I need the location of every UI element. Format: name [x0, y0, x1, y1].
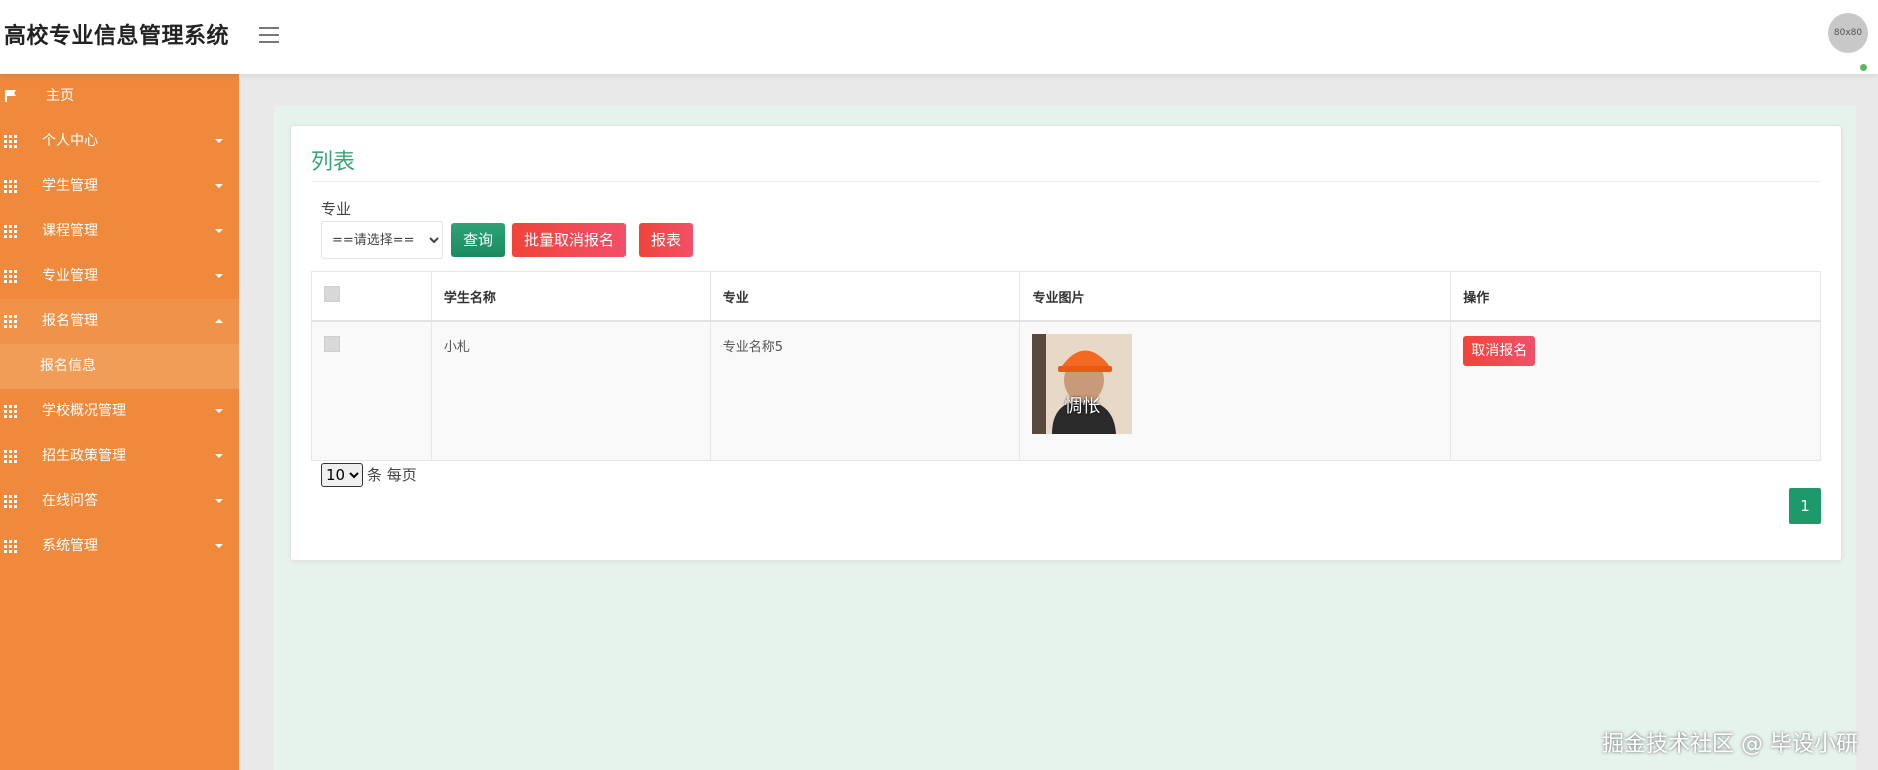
online-status-dot — [1859, 63, 1868, 72]
sidebar-item-label: 学生管理 — [42, 178, 98, 194]
chevron-down-icon — [215, 499, 223, 503]
header-student-name: 学生名称 — [430, 271, 711, 322]
chevron-down-icon — [215, 454, 223, 458]
enrollment-table: 学生名称 专业 专业图片 操作 小札 专业名称5 惆怅 取消报名 — [311, 271, 1821, 461]
cell-student-name: 小札 — [430, 320, 711, 461]
chevron-down-icon — [215, 274, 223, 278]
header-select-all — [311, 271, 432, 322]
header-major-image: 专业图片 — [1019, 271, 1452, 322]
watermark: 掘金技术社区 @ 毕设小研 — [1602, 732, 1858, 757]
sidebar-item-admission-policy[interactable]: 招生政策管理 — [0, 434, 239, 479]
grid-icon — [4, 540, 17, 553]
sidebar-item-system[interactable]: 系统管理 — [0, 524, 239, 569]
sidebar-item-school-overview[interactable]: 学校概况管理 — [0, 389, 239, 434]
sidebar-item-label: 系统管理 — [42, 538, 98, 554]
sidebar-item-personal[interactable]: 个人中心 — [0, 119, 239, 164]
header-major: 专业 — [709, 271, 1021, 322]
sidebar-item-majors[interactable]: 专业管理 — [0, 254, 239, 299]
table-header-row: 学生名称 专业 专业图片 操作 — [311, 271, 1821, 322]
sidebar-item-label: 课程管理 — [42, 223, 98, 239]
sidebar-item-label: 个人中心 — [42, 133, 98, 149]
header-action: 操作 — [1450, 271, 1821, 322]
chevron-down-icon — [215, 544, 223, 548]
grid-icon — [4, 135, 17, 148]
batch-cancel-button[interactable]: 批量取消报名 — [512, 223, 627, 257]
divider — [311, 181, 1821, 182]
grid-icon — [4, 450, 17, 463]
avatar-text: 80x80 — [1833, 28, 1863, 38]
sidebar-item-label: 在线问答 — [42, 493, 98, 509]
pagination-page-1[interactable]: 1 — [1789, 488, 1821, 524]
cell-action: 取消报名 — [1450, 320, 1821, 461]
major-select[interactable]: ==请选择== — [321, 221, 443, 259]
panel-title: 列表 — [311, 150, 356, 175]
chevron-up-icon — [215, 319, 223, 323]
row-select-cell — [311, 320, 432, 461]
grid-icon — [4, 315, 17, 328]
flag-icon — [5, 90, 16, 102]
app-title: 高校专业信息管理系统 — [4, 24, 230, 49]
sidebar-item-label: 招生政策管理 — [42, 448, 126, 464]
image-caption: 惆怅 — [1064, 396, 1101, 417]
grid-icon — [4, 270, 17, 283]
sidebar-item-courses[interactable]: 课程管理 — [0, 209, 239, 254]
menu-toggle-icon[interactable] — [256, 22, 282, 46]
chevron-down-icon — [215, 409, 223, 413]
grid-icon — [4, 180, 17, 193]
chevron-down-icon — [215, 229, 223, 233]
sidebar-subitem-enrollment-info[interactable]: 报名信息 — [0, 344, 239, 389]
grid-icon — [4, 225, 17, 238]
row-checkbox[interactable] — [324, 336, 340, 352]
sidebar-item-home[interactable]: 主页 — [0, 74, 239, 119]
page-size-control: 10 条 每页 — [321, 463, 417, 487]
cell-major: 专业名称5 — [709, 320, 1021, 461]
grid-icon — [4, 495, 17, 508]
page-size-suffix: 条 每页 — [367, 466, 417, 484]
chevron-down-icon — [215, 184, 223, 188]
sidebar-item-online-qa[interactable]: 在线问答 — [0, 479, 239, 524]
cell-major-image: 惆怅 — [1019, 320, 1452, 461]
sidebar-item-enrollment[interactable]: 报名管理 — [0, 299, 239, 344]
page-size-select[interactable]: 10 — [321, 463, 363, 487]
grid-icon — [4, 405, 17, 418]
major-image: 惆怅 — [1032, 334, 1133, 434]
chevron-down-icon — [215, 139, 223, 143]
avatar[interactable]: 80x80 — [1828, 13, 1868, 53]
sidebar-item-label: 主页 — [46, 88, 74, 104]
select-all-checkbox[interactable] — [324, 286, 340, 302]
list-panel: 列表 专业 ==请选择== 查询 批量取消报名 报表 学生名称 专业 专业图片 … — [290, 125, 1842, 561]
cancel-enrollment-button[interactable]: 取消报名 — [1463, 336, 1536, 366]
top-header: 高校专业信息管理系统 80x80 — [0, 0, 1878, 74]
sidebar-item-label: 学校概况管理 — [42, 403, 126, 419]
sidebar-item-label: 报名管理 — [42, 313, 98, 329]
sidebar-item-students[interactable]: 学生管理 — [0, 164, 239, 209]
query-button[interactable]: 查询 — [451, 223, 506, 257]
report-button[interactable]: 报表 — [639, 223, 694, 257]
filter-label-major: 专业 — [321, 200, 352, 218]
table-row: 小札 专业名称5 惆怅 取消报名 — [311, 320, 1821, 461]
person-photo-icon — [1032, 334, 1133, 434]
sidebar: 主页 个人中心 学生管理 课程管理 专业管理 报名管理 报名信息 学校概况管理 … — [0, 74, 239, 770]
sidebar-item-label: 专业管理 — [42, 268, 98, 284]
